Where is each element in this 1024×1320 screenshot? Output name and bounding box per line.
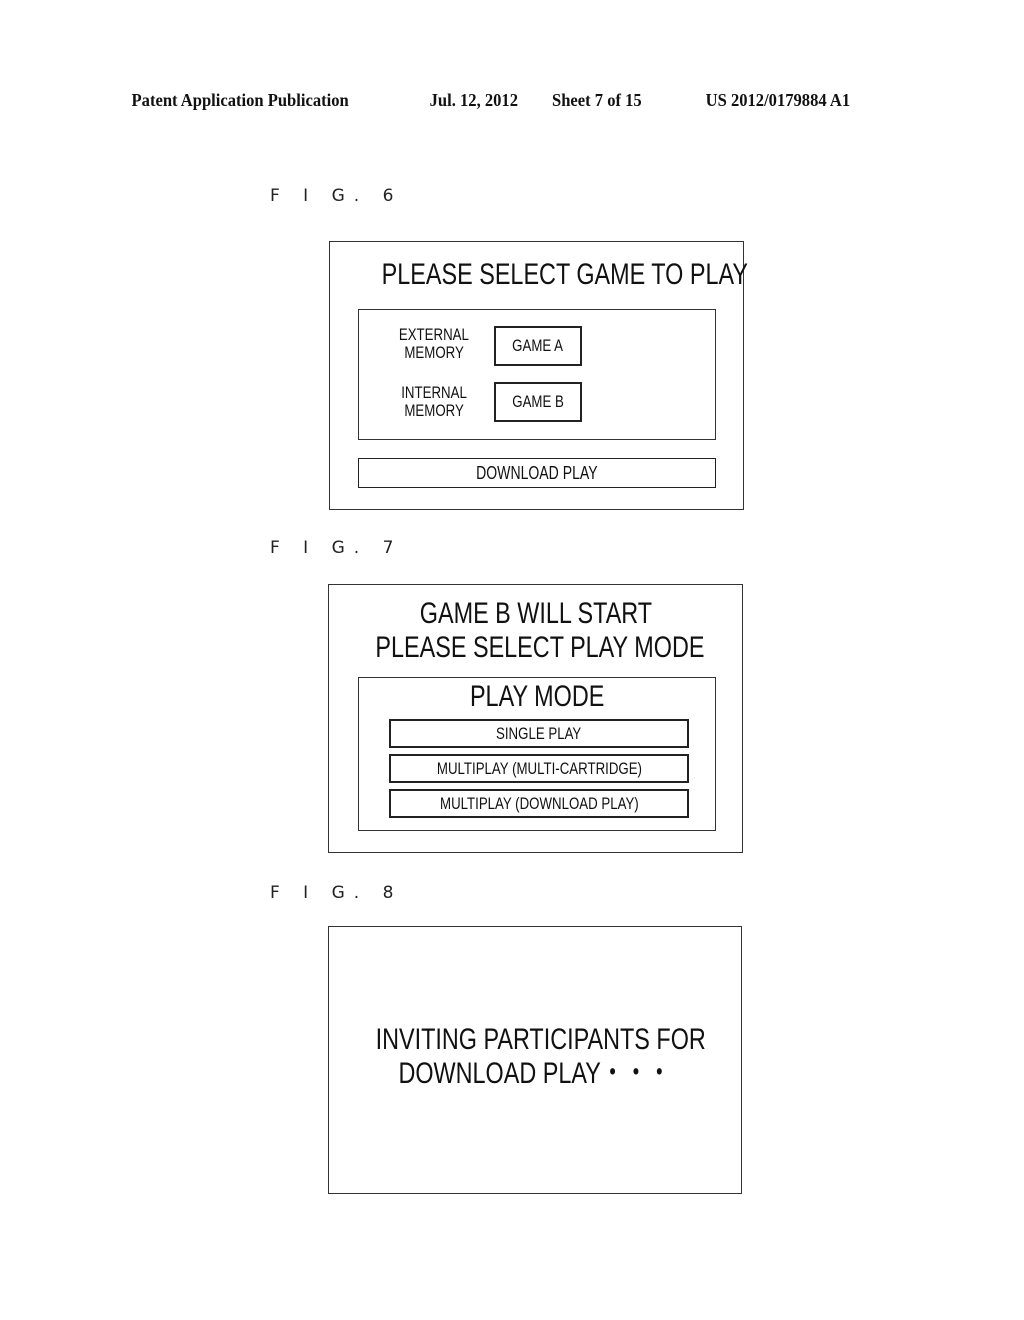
game-b-button[interactable]: GAME B bbox=[494, 382, 582, 422]
fig7-title-wrap: GAME B WILL START PLEASE SELECT PLAY MOD… bbox=[329, 597, 742, 665]
game-select-panel: EXTERNAL MEMORY GAME A INTERNAL MEMORY G… bbox=[358, 309, 716, 440]
page-header: Patent Application Publication Jul. 12, … bbox=[0, 90, 942, 114]
play-mode-title: PLAY MODE bbox=[469, 680, 605, 713]
internal-memory-label: INTERNAL MEMORY bbox=[401, 383, 467, 420]
download-play-button[interactable]: DOWNLOAD PLAY bbox=[358, 458, 716, 488]
sheet-number: Sheet 7 of 15 bbox=[552, 90, 642, 110]
fig7-label: F I G. 7 bbox=[270, 538, 403, 558]
play-mode-title-wrap: PLAY MODE bbox=[359, 680, 715, 714]
fig7-title-line1: GAME B WILL START bbox=[419, 597, 652, 630]
play-mode-panel: PLAY MODE SINGLE PLAY MULTIPLAY (MULTI-C… bbox=[358, 677, 716, 831]
game-a-button[interactable]: GAME A bbox=[494, 326, 582, 366]
fig8-message-line2: DOWNLOAD PLAY・・・ bbox=[398, 1057, 672, 1090]
single-play-button[interactable]: SINGLE PLAY bbox=[389, 719, 689, 748]
fig6-label: F I G. 6 bbox=[270, 186, 403, 206]
multiplay-multi-cartridge-button[interactable]: MULTIPLAY (MULTI-CARTRIDGE) bbox=[389, 754, 689, 783]
fig8-message-line1: INVITING PARTICIPANTS FOR bbox=[375, 1023, 706, 1056]
publication-type: Patent Application Publication bbox=[131, 90, 349, 110]
fig6-screen: PLEASE SELECT GAME TO PLAY EXTERNAL MEMO… bbox=[329, 241, 748, 510]
external-memory-label: EXTERNAL MEMORY bbox=[398, 325, 470, 362]
fig8-message-wrap: INVITING PARTICIPANTS FOR DOWNLOAD PLAY・… bbox=[329, 1023, 741, 1091]
fig6-title-wrap: PLEASE SELECT GAME TO PLAY bbox=[330, 258, 748, 292]
fig8-screen: INVITING PARTICIPANTS FOR DOWNLOAD PLAY・… bbox=[328, 926, 742, 1194]
fig8-label: F I G. 8 bbox=[270, 883, 403, 903]
publication-date: Jul. 12, 2012 bbox=[429, 90, 518, 110]
fig7-title-line2: PLEASE SELECT PLAY MODE bbox=[375, 631, 705, 664]
fig7-screen: GAME B WILL START PLEASE SELECT PLAY MOD… bbox=[328, 584, 743, 853]
multiplay-download-play-button[interactable]: MULTIPLAY (DOWNLOAD PLAY) bbox=[389, 789, 689, 818]
fig6-title: PLEASE SELECT GAME TO PLAY bbox=[381, 258, 748, 291]
publication-number: US 2012/0179884 A1 bbox=[705, 90, 851, 110]
